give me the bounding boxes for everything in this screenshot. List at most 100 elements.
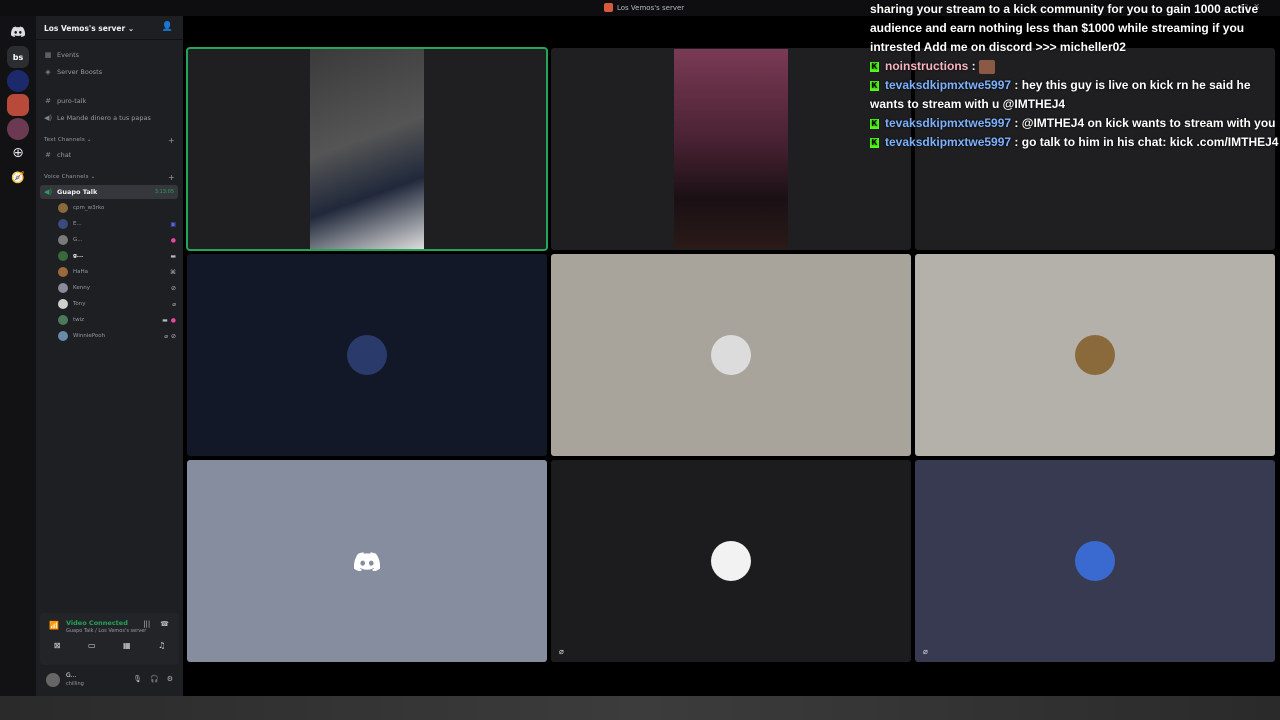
server-icon-1[interactable]	[7, 70, 29, 92]
muted-icon: ⌀	[923, 647, 928, 656]
video-stream	[674, 49, 788, 249]
discord-home-icon[interactable]	[7, 20, 29, 42]
avatar	[711, 335, 751, 375]
avatar[interactable]	[46, 673, 60, 687]
bottom-bar	[0, 696, 1280, 720]
avatar	[711, 541, 751, 581]
avatar	[58, 219, 68, 229]
voice-user[interactable]: cpm_w3rko	[58, 201, 178, 215]
muted-icon: ⌀	[164, 332, 168, 340]
channel-puro-talk[interactable]: # puro-talk	[40, 94, 178, 108]
soundboard-button[interactable]: ♫	[158, 641, 165, 650]
avatar	[58, 331, 68, 341]
voice-user[interactable]: HaHa ⌘	[58, 265, 178, 279]
muted-icon: ⌀	[172, 300, 176, 308]
noise-suppression-icon[interactable]: |||	[143, 620, 150, 628]
activity-icon: ●	[170, 236, 176, 244]
avatar	[1075, 541, 1115, 581]
participant-tile[interactable]: ⌀	[915, 460, 1275, 662]
user-panel: G... chilling 🎙 🎧 ⚙	[40, 668, 179, 692]
voice-user[interactable]: g... ▬	[58, 249, 178, 263]
avatar	[1075, 335, 1115, 375]
avatar	[58, 235, 68, 245]
activity-icon: ●	[170, 316, 176, 324]
muted-icon: ⌀	[559, 647, 564, 656]
emote-icon	[979, 59, 996, 74]
add-channel-icon[interactable]: +	[168, 136, 175, 145]
explore-icon[interactable]: 🧭	[7, 166, 29, 188]
avatar	[58, 267, 68, 277]
kick-badge-icon: K	[870, 118, 879, 129]
avatar	[347, 335, 387, 375]
sidebar-item-events[interactable]: ▦ Events	[40, 48, 178, 62]
voice-connection-panel: 📶 Video Connected Guapo Talk / Los Vemos…	[40, 613, 179, 665]
add-server-icon[interactable]: ⊕	[7, 142, 29, 164]
avatar	[58, 315, 68, 325]
category-text-channels[interactable]: Text Channels ⌄ +	[44, 136, 175, 145]
voice-channel-guapo-talk[interactable]: ◀) Guapo Talk 3:13:05	[40, 185, 178, 199]
voice-user[interactable]: twiz ▬ ●	[58, 313, 178, 327]
voice-user[interactable]: Tony ⌀	[58, 297, 178, 311]
participant-tile[interactable]: ⌀	[551, 460, 911, 662]
voice-user[interactable]: E... ▣	[58, 217, 178, 231]
hashtag-icon: #	[45, 151, 51, 159]
avatar	[58, 299, 68, 309]
chat-message: Ktevaksdkipmxtwe5997 : @IMTHEJ4 on kick …	[870, 116, 1276, 130]
voice-user[interactable]: WinniePooh ⌀ ⊘	[58, 329, 178, 343]
stream-chat-overlay: sharing your stream to a kick community …	[866, 0, 1280, 184]
deafened-icon: ⊘	[170, 332, 176, 340]
avatar	[58, 283, 68, 293]
speaker-icon: ◀)	[44, 114, 53, 122]
window-title: Los Vemos's server	[604, 3, 684, 12]
kick-badge-icon: K	[870, 80, 879, 91]
deafened-icon: ⊘	[170, 284, 176, 292]
voice-channel-icon: ◀)	[44, 188, 53, 196]
camera-icon: ▬	[162, 316, 168, 324]
participant-tile[interactable]	[187, 460, 547, 662]
participant-tile[interactable]	[915, 254, 1275, 456]
chat-username: tevaksdkipmxtwe5997	[885, 116, 1012, 130]
kick-badge-icon: K	[870, 61, 879, 72]
channel-le-mande[interactable]: ◀) Le Mande dinero a tus papas	[40, 111, 178, 125]
server-list: bs ⊕ 🧭	[0, 16, 36, 696]
voice-channel-path[interactable]: Guapo Talk / Los Vemos's server	[66, 628, 146, 634]
channel-sidebar: Los Vemos's server ⌄ 👤 ▦ Events ◈ Server…	[36, 16, 183, 696]
username[interactable]: G...	[66, 672, 76, 679]
headphones-icon[interactable]: 🎧	[150, 675, 159, 683]
sidebar-item-server-boosts[interactable]: ◈ Server Boosts	[40, 65, 178, 79]
screen-share-button[interactable]: ▭	[88, 641, 96, 650]
chat-username: noinstructions	[885, 59, 969, 73]
server-header[interactable]: Los Vemos's server ⌄ 👤	[36, 16, 183, 40]
video-tile[interactable]	[551, 48, 911, 250]
chat-message: Ktevaksdkipmxtwe5997 : go talk to him in…	[870, 135, 1279, 149]
avatar	[58, 251, 68, 261]
server-icon	[604, 3, 613, 12]
activities-button[interactable]: ▦	[123, 641, 131, 650]
channel-chat[interactable]: # chat	[40, 148, 178, 162]
server-icon-bs[interactable]: bs	[7, 46, 29, 68]
avatar	[58, 203, 68, 213]
kick-badge-icon: K	[870, 137, 879, 148]
game-activity-icon: ▣	[170, 220, 176, 228]
chat-message: Ktevaksdkipmxtwe5997 : hey this guy is l…	[870, 78, 1251, 111]
boost-icon: ◈	[45, 68, 51, 76]
calendar-icon: ▦	[44, 51, 52, 59]
controller-icon: ⌘	[170, 268, 176, 276]
gear-icon[interactable]: ⚙	[167, 675, 173, 683]
microphone-icon[interactable]: 🎙	[133, 675, 142, 683]
add-channel-icon[interactable]: +	[168, 173, 175, 182]
server-icon-3[interactable]	[7, 118, 29, 140]
video-stream	[310, 49, 424, 249]
voice-status[interactable]: Video Connected	[66, 619, 128, 627]
video-tile[interactable]	[186, 47, 548, 251]
disconnect-icon[interactable]: ☎	[160, 620, 169, 628]
hashtag-icon: #	[45, 97, 51, 105]
camera-off-button[interactable]: ⊠	[54, 641, 61, 650]
server-icon-los-vemos[interactable]	[7, 94, 29, 116]
voice-user[interactable]: Kenny ⊘	[58, 281, 178, 295]
voice-user[interactable]: G... ●	[58, 233, 178, 247]
participant-tile[interactable]	[551, 254, 911, 456]
participant-tile[interactable]	[187, 254, 547, 456]
category-voice-channels[interactable]: Voice Channels ⌄ +	[44, 173, 175, 182]
invite-icon[interactable]: 👤	[162, 22, 173, 32]
